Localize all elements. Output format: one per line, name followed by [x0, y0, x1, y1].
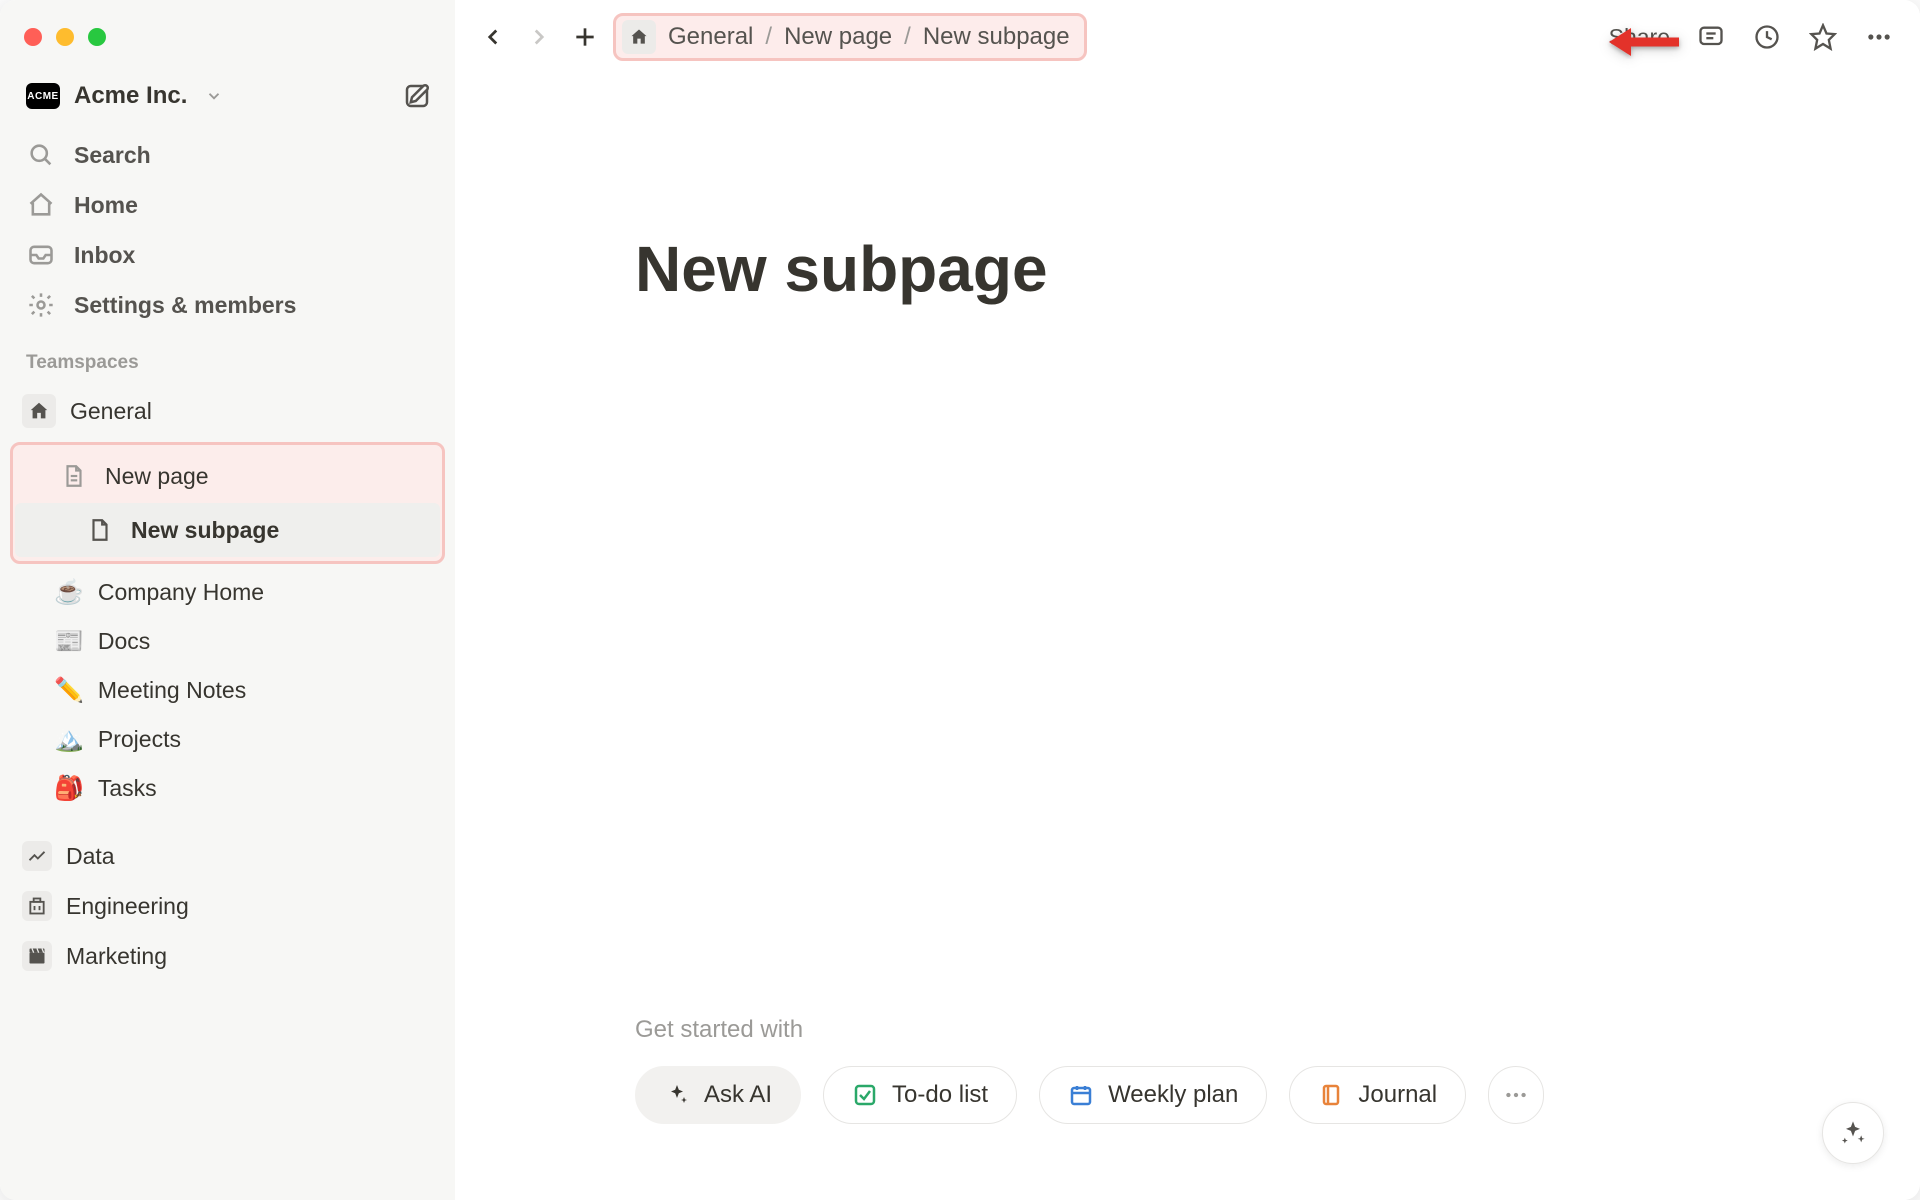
ask-ai-button[interactable]: Ask AI — [635, 1066, 801, 1124]
page-icon — [83, 513, 117, 547]
chip-label: Journal — [1358, 1081, 1437, 1109]
breadcrumb-root[interactable]: General — [668, 23, 753, 51]
breadcrumb-current[interactable]: New subpage — [923, 23, 1070, 51]
workspace-switcher[interactable]: ACME Acme Inc. — [0, 70, 455, 130]
backpack-icon: 🎒 — [54, 774, 84, 803]
nav-forward-button[interactable] — [521, 19, 557, 55]
page-meeting-notes[interactable]: ✏️ Meeting Notes — [12, 666, 443, 715]
teamspace-engineering[interactable]: Engineering — [12, 881, 443, 931]
breadcrumb-separator: / — [765, 23, 772, 51]
home-icon[interactable] — [622, 20, 656, 54]
maximize-window-button[interactable] — [88, 28, 106, 46]
inbox-icon — [26, 240, 56, 270]
journal-button[interactable]: Journal — [1289, 1066, 1466, 1124]
tree-item-label: General — [70, 398, 152, 425]
breadcrumb-parent[interactable]: New page — [784, 23, 892, 51]
chip-label: To-do list — [892, 1081, 988, 1109]
sidebar-item-search[interactable]: Search — [12, 130, 443, 180]
pencil-icon: ✏️ — [54, 676, 84, 705]
newspaper-icon: 📰 — [54, 627, 84, 656]
coffee-icon: ☕ — [54, 578, 84, 607]
breadcrumb: General / New page / New subpage — [613, 13, 1087, 61]
page-projects[interactable]: 🏔️ Projects — [12, 715, 443, 764]
page-new-subpage[interactable]: New subpage — [15, 503, 440, 557]
chip-label: Weekly plan — [1108, 1081, 1238, 1109]
topbar: General / New page / New subpage Share — [455, 0, 1920, 72]
sidebar-item-label: Inbox — [74, 242, 135, 269]
page-company-home[interactable]: ☕ Company Home — [12, 568, 443, 617]
building-icon — [22, 891, 52, 921]
checkbox-icon — [852, 1082, 878, 1108]
breadcrumb-separator: / — [904, 23, 911, 51]
page-icon — [57, 459, 91, 493]
tree-item-label: Meeting Notes — [98, 677, 246, 704]
new-tab-button[interactable] — [567, 19, 603, 55]
workspace-name: Acme Inc. — [74, 82, 187, 110]
main-content: General / New page / New subpage Share — [455, 0, 1920, 1200]
section-label-teamspaces: Teamspaces — [0, 330, 455, 384]
more-icon[interactable] — [1864, 22, 1894, 52]
get-started-label: Get started with — [635, 1016, 1544, 1044]
todo-list-button[interactable]: To-do list — [823, 1066, 1017, 1124]
teamspace-general[interactable]: General — [12, 384, 443, 438]
sidebar-item-inbox[interactable]: Inbox — [12, 230, 443, 280]
calendar-icon — [1068, 1082, 1094, 1108]
weekly-plan-button[interactable]: Weekly plan — [1039, 1066, 1267, 1124]
minimize-window-button[interactable] — [56, 28, 74, 46]
tree-item-label: Company Home — [98, 579, 264, 606]
teamspace-data[interactable]: Data — [12, 831, 443, 881]
new-page-button[interactable] — [399, 78, 435, 114]
tree-item-label: Tasks — [98, 775, 157, 802]
sidebar-item-label: Search — [74, 142, 151, 169]
page-tasks[interactable]: 🎒 Tasks — [12, 764, 443, 813]
tree-item-label: New subpage — [131, 517, 279, 544]
sidebar-item-settings[interactable]: Settings & members — [12, 280, 443, 330]
tree-item-label: New page — [105, 463, 209, 490]
sidebar-item-home[interactable]: Home — [12, 180, 443, 230]
tree-item-label: Projects — [98, 726, 181, 753]
tree-item-label: Docs — [98, 628, 150, 655]
tree-item-label: Engineering — [66, 893, 189, 920]
notebook-icon — [1318, 1082, 1344, 1108]
ai-fab-button[interactable] — [1822, 1102, 1884, 1164]
window-controls — [0, 14, 455, 70]
workspace-badge: ACME — [26, 83, 60, 109]
star-icon[interactable] — [1808, 22, 1838, 52]
sidebar: ACME Acme Inc. Search Home — [0, 0, 455, 1200]
tree-item-label: Marketing — [66, 943, 167, 970]
page-docs[interactable]: 📰 Docs — [12, 617, 443, 666]
chip-label: Ask AI — [704, 1081, 772, 1109]
nav-back-button[interactable] — [475, 19, 511, 55]
chart-icon — [22, 841, 52, 871]
home-icon — [26, 190, 56, 220]
page-new-page[interactable]: New page — [15, 449, 440, 503]
clock-icon[interactable] — [1752, 22, 1782, 52]
sidebar-item-label: Home — [74, 192, 138, 219]
get-started-section: Get started with Ask AI To-do list — [635, 1016, 1544, 1124]
sparkle-icon — [664, 1082, 690, 1108]
chevron-down-icon — [205, 87, 223, 105]
more-templates-button[interactable] — [1488, 1066, 1544, 1124]
page-title[interactable]: New subpage — [455, 232, 1920, 306]
clapperboard-icon — [22, 941, 52, 971]
mountain-icon: 🏔️ — [54, 725, 84, 754]
sidebar-item-label: Settings & members — [74, 292, 296, 319]
close-window-button[interactable] — [24, 28, 42, 46]
gear-icon — [26, 290, 56, 320]
home-icon — [22, 394, 56, 428]
callout-arrow-icon — [1605, 18, 1685, 66]
teamspace-marketing[interactable]: Marketing — [12, 931, 443, 981]
comments-icon[interactable] — [1696, 22, 1726, 52]
search-icon — [26, 140, 56, 170]
highlight-annotation: New page New subpage — [10, 442, 445, 564]
tree-item-label: Data — [66, 843, 115, 870]
